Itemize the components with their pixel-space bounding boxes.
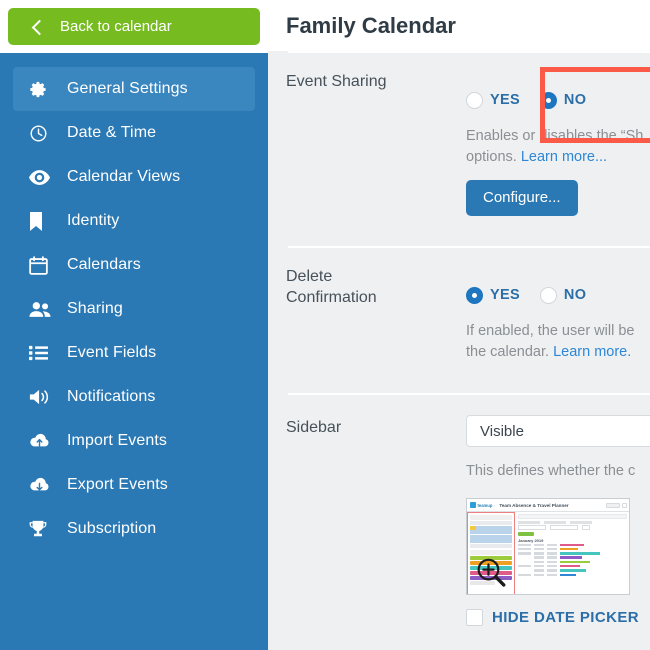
event-sharing-no-option[interactable]: NO — [539, 91, 587, 109]
main-header: Family Calendar — [268, 0, 650, 51]
setting-row-event-sharing: Event Sharing YES NO Enables or disables… — [286, 53, 650, 234]
sidebar-visibility-select[interactable]: Visible — [466, 415, 650, 447]
checkbox-unchecked-icon[interactable] — [466, 609, 483, 626]
delete-confirmation-description: If enabled, the user will be — [466, 321, 650, 342]
delete-confirmation-no-label: NO — [563, 287, 587, 303]
sidebar-item-calendar-views[interactable]: Calendar Views — [13, 155, 255, 199]
sidebar-item-event-fields[interactable]: Event Fields — [13, 331, 255, 375]
event-sharing-radio-group: YES NO — [466, 87, 650, 113]
main-panel: Family Calendar Event Sharing YES NO Ena… — [268, 0, 650, 650]
back-bar: Back to calendar — [0, 0, 268, 53]
event-sharing-label: Event Sharing — [286, 73, 387, 90]
sidebar-item-label: Calendars — [67, 256, 141, 273]
list-icon — [29, 343, 55, 363]
bookmark-icon — [29, 211, 55, 231]
trophy-icon — [29, 519, 55, 539]
event-sharing-description-line1: Enables or disables the “Sh — [466, 128, 644, 144]
preview-logo-text: teamup — [477, 502, 493, 508]
delete-confirmation-label-line2: Confirmation — [286, 289, 377, 306]
sidebar-item-export-events[interactable]: Export Events — [13, 463, 255, 507]
sidebar-item-label: Import Events — [67, 432, 168, 449]
sidebar-item-subscription[interactable]: Subscription — [13, 507, 255, 551]
sidebar-item-sharing[interactable]: Sharing — [13, 287, 255, 331]
sidebar-item-import-events[interactable]: Import Events — [13, 419, 255, 463]
radio-checked-icon[interactable] — [466, 286, 483, 304]
preview-mini-calendar — [470, 521, 512, 548]
delete-confirmation-no-option[interactable]: NO — [539, 286, 587, 304]
delete-confirmation-description-prefix: the calendar. — [466, 344, 554, 360]
sidebar-item-label: Sharing — [67, 300, 123, 317]
event-sharing-description-prefix: options. — [466, 149, 521, 165]
sidebar-visibility-selected-value: Visible — [480, 422, 524, 440]
sidebar-item-label: Calendar Views — [67, 168, 181, 185]
radio-checked-icon[interactable] — [539, 91, 557, 109]
delete-confirmation-yes-option[interactable]: YES — [466, 286, 520, 304]
settings-screen: Back to calendar General Settings Date &… — [0, 0, 650, 650]
magnify-plus-icon — [477, 558, 506, 587]
speaker-icon — [29, 387, 55, 407]
sidebar-item-identity[interactable]: Identity — [13, 199, 255, 243]
cloud-upload-icon — [29, 431, 55, 451]
sidebar-setting-description: This defines whether the c — [466, 463, 636, 479]
delete-confirmation-learn-more-link[interactable]: Learn more. — [553, 344, 631, 360]
eye-icon — [29, 167, 55, 187]
sidebar-nav: General Settings Date & Time Calendar Vi… — [0, 53, 268, 551]
teamup-logo-icon: teamup — [470, 502, 492, 508]
calendar-preview-thumbnail[interactable]: teamup Team Absence & Travel Planner Jan… — [466, 498, 630, 595]
preview-body: January 2019 — [467, 512, 629, 594]
sidebar-item-label: Event Fields — [67, 344, 157, 361]
preview-topbar: teamup Team Absence & Travel Planner — [467, 499, 629, 512]
settings-content: Event Sharing YES NO Enables or disables… — [268, 51, 650, 650]
preview-main-region: January 2019 — [515, 512, 629, 594]
sidebar: Back to calendar General Settings Date &… — [0, 0, 268, 650]
preview-date-picker-region — [467, 512, 515, 594]
delete-confirmation-yes-label: YES — [490, 287, 520, 303]
preview-topbar-controls — [606, 502, 629, 508]
setting-row-delete-confirmation: Delete Confirmation YES NO If enabled, t… — [286, 248, 650, 383]
event-sharing-learn-more-link[interactable]: Learn more... — [521, 149, 607, 165]
sidebar-item-label: Export Events — [67, 476, 168, 493]
page-title: Family Calendar — [286, 12, 456, 38]
gear-icon — [29, 79, 55, 99]
event-sharing-yes-option[interactable]: YES — [466, 91, 520, 109]
sidebar-setting-field: Visible This defines whether the c teamu… — [466, 395, 650, 626]
event-sharing-no-label: NO — [563, 92, 587, 108]
back-to-calendar-button[interactable]: Back to calendar — [8, 8, 260, 45]
sidebar-item-label: Date & Time — [67, 124, 157, 141]
delete-confirmation-field: YES NO If enabled, the user will be the … — [466, 248, 650, 363]
configure-button[interactable]: Configure... — [466, 180, 578, 216]
sidebar-item-calendars[interactable]: Calendars — [13, 243, 255, 287]
chevron-left-icon — [30, 20, 44, 34]
sidebar-item-label: Notifications — [67, 388, 156, 405]
delete-confirmation-description-line1: If enabled, the user will be — [466, 323, 635, 339]
delete-confirmation-description-line2: the calendar. Learn more. — [466, 342, 650, 363]
sidebar-item-date-time[interactable]: Date & Time — [13, 111, 255, 155]
setting-row-sidebar: Sidebar Visible This defines whether the… — [286, 395, 650, 626]
back-to-calendar-label: Back to calendar — [60, 18, 172, 35]
users-icon — [29, 299, 55, 319]
sidebar-item-notifications[interactable]: Notifications — [13, 375, 255, 419]
cloud-download-icon — [29, 475, 55, 495]
sidebar-item-label: General Settings — [67, 80, 188, 97]
preview-title-text: Team Absence & Travel Planner — [499, 502, 569, 508]
event-sharing-description-line2: options. Learn more... — [466, 147, 650, 168]
calendar-icon — [29, 255, 55, 275]
radio-unchecked-icon[interactable] — [466, 91, 483, 109]
event-sharing-description: Enables or disables the “Sh — [466, 126, 650, 147]
sidebar-item-label: Identity — [67, 212, 120, 229]
sidebar-setting-label: Sidebar — [286, 419, 342, 436]
hide-date-picker-checkbox-row[interactable]: HIDE DATE PICKER — [466, 609, 650, 626]
sidebar-item-label: Subscription — [67, 520, 157, 537]
sidebar-item-general-settings[interactable]: General Settings — [13, 67, 255, 111]
event-sharing-field: YES NO Enables or disables the “Sh optio… — [466, 53, 650, 216]
event-sharing-yes-label: YES — [490, 92, 520, 108]
delete-confirmation-label-line1: Delete — [286, 268, 333, 285]
delete-confirmation-radio-group: YES NO — [466, 282, 650, 308]
radio-unchecked-icon[interactable] — [539, 286, 557, 304]
delete-confirmation-label: Delete Confirmation — [286, 248, 466, 363]
clock-icon — [29, 123, 55, 143]
hide-date-picker-label: HIDE DATE PICKER — [492, 609, 639, 626]
preview-month-text: January 2019 — [518, 537, 544, 543]
